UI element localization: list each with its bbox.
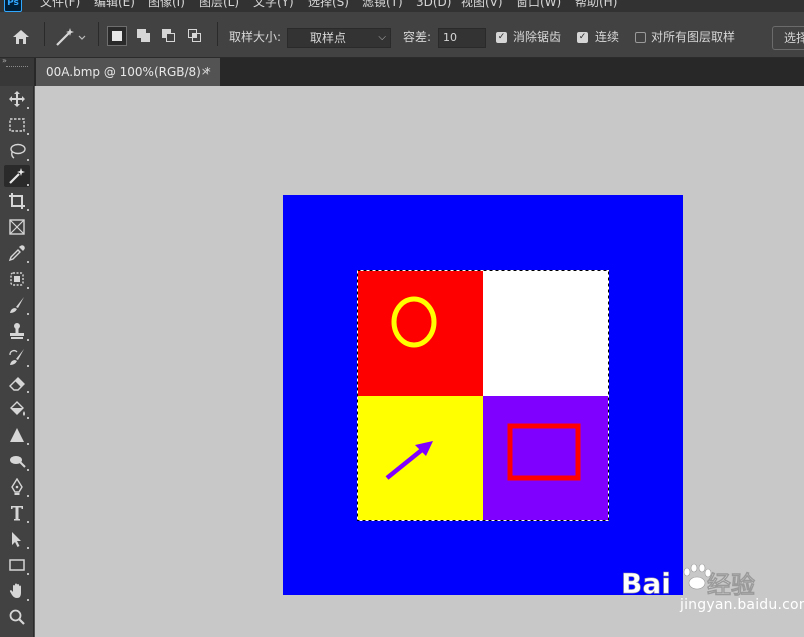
sharpen-tool[interactable]: [4, 424, 30, 446]
menu-bar: Ps 文件(F) 编辑(E) 图像(I) 图层(L) 文字(Y) 选择(S) 滤…: [0, 0, 804, 12]
menu-type[interactable]: 文字(Y): [253, 0, 294, 9]
paint-bucket-icon: [10, 401, 25, 416]
collapse-panel-icon[interactable]: »: [2, 56, 7, 65]
zoom-icon: [9, 609, 25, 625]
yellow-quadrant: [357, 396, 483, 521]
pen-tool[interactable]: [4, 476, 30, 498]
document-tab[interactable]: 00A.bmp @ 100%(RGB/8) * ×: [36, 58, 220, 86]
new-selection-button[interactable]: [107, 26, 127, 46]
healing-brush-tool[interactable]: [4, 268, 30, 290]
menu-image[interactable]: 图像(I): [148, 0, 185, 9]
chevron-down-icon: ⌵: [378, 32, 386, 43]
magic-wand-icon: [9, 168, 25, 184]
move-tool[interactable]: [4, 88, 30, 110]
home-icon[interactable]: [10, 27, 32, 47]
menu-filter[interactable]: 滤镜(T): [362, 0, 403, 9]
document-tab-title: 00A.bmp @ 100%(RGB/8) *: [46, 65, 211, 79]
eraser-icon: [9, 377, 25, 391]
zoom-tool[interactable]: [4, 606, 30, 628]
sample-all-layers-checkbox[interactable]: [635, 32, 646, 43]
eraser-tool[interactable]: [4, 372, 30, 394]
intersect-selection-icon: [188, 29, 201, 42]
dodge-icon: [10, 456, 26, 468]
hand-icon: [9, 583, 21, 598]
watermark-jingyan-text: 经验: [707, 571, 755, 599]
watermark-brand-text: Bai: [621, 567, 671, 600]
marquee-tool[interactable]: [4, 114, 30, 136]
tolerance-input[interactable]: 10: [438, 28, 486, 48]
watermark-url: jingyan.baidu.com: [680, 597, 804, 613]
rectangle-tool[interactable]: [4, 554, 30, 576]
options-bar: 取样大小: 取样点 ⌵ 容差: 10 ✓ 消除锯齿 ✓ 连续 对所有图层取样 选…: [0, 12, 804, 58]
tools-panel: [0, 86, 34, 637]
history-brush-icon: [9, 349, 24, 365]
contiguous-label: 连续: [595, 30, 620, 44]
menu-window[interactable]: 窗口(W): [516, 0, 561, 9]
lasso-tool[interactable]: [4, 140, 30, 162]
move-icon: [9, 91, 25, 107]
sharpen-icon: [10, 428, 24, 442]
red-quadrant: [357, 270, 483, 396]
menu-3d[interactable]: 3D(D): [416, 0, 451, 9]
menu-file[interactable]: 文件(F): [40, 0, 80, 9]
brush-icon: [10, 297, 24, 313]
sample-size-dropdown[interactable]: 取样点 ⌵: [287, 28, 391, 48]
eyedropper-icon: [8, 245, 25, 262]
tool-preset-picker[interactable]: [54, 26, 90, 48]
magic-wand-tool[interactable]: [4, 165, 30, 187]
sample-size-value: 取样点: [310, 31, 347, 45]
menu-select[interactable]: 选择(S): [308, 0, 349, 9]
purple-quadrant: [483, 396, 609, 521]
document-canvas[interactable]: [283, 195, 683, 595]
subtract-selection-icon: [162, 29, 175, 42]
dodge-tool[interactable]: [4, 450, 30, 472]
contiguous-checkbox[interactable]: ✓: [577, 32, 588, 43]
type-tool[interactable]: [4, 502, 30, 524]
crop-tool[interactable]: [4, 190, 30, 212]
path-selection-icon: [12, 532, 21, 547]
menu-view[interactable]: 视图(V): [461, 0, 503, 9]
hand-tool[interactable]: [4, 580, 30, 602]
frame-icon: [9, 219, 25, 235]
sample-size-label: 取样大小:: [229, 30, 282, 44]
menu-layer[interactable]: 图层(L): [199, 0, 239, 9]
brush-tool[interactable]: [4, 294, 30, 316]
tolerance-label: 容差:: [403, 30, 432, 44]
select-subject-label: 选择主体: [784, 31, 804, 45]
white-quadrant: [483, 270, 609, 396]
subtract-from-selection-button[interactable]: [159, 26, 179, 46]
pen-icon: [11, 478, 23, 495]
photoshop-logo[interactable]: Ps: [4, 0, 22, 12]
lasso-icon: [10, 143, 26, 159]
new-selection-icon: [112, 31, 122, 41]
close-tab-icon[interactable]: ×: [201, 58, 210, 86]
menu-help[interactable]: 帮助(H): [575, 0, 617, 9]
anti-alias-checkbox[interactable]: ✓: [496, 32, 507, 43]
intersect-selection-button[interactable]: [185, 26, 205, 46]
type-icon: [11, 506, 23, 521]
eyedropper-tool[interactable]: [4, 242, 30, 264]
select-subject-button[interactable]: 选择主体: [772, 26, 804, 50]
clone-stamp-icon: [10, 323, 24, 339]
add-selection-icon: [137, 29, 150, 42]
tools-panel-header[interactable]: »: [0, 56, 34, 86]
crop-icon: [9, 193, 25, 209]
frame-tool[interactable]: [4, 216, 30, 238]
history-brush-tool[interactable]: [4, 346, 30, 368]
add-to-selection-button[interactable]: [134, 26, 154, 46]
path-selection-tool[interactable]: [4, 528, 30, 550]
anti-alias-label: 消除锯齿: [513, 30, 562, 44]
magic-wand-icon: [56, 28, 86, 46]
healing-brush-icon: [10, 272, 24, 286]
clone-stamp-tool[interactable]: [4, 320, 30, 342]
chevron-down-icon: [78, 35, 86, 40]
menu-edit[interactable]: 编辑(E): [94, 0, 135, 9]
sample-all-layers-label: 对所有图层取样: [651, 30, 736, 44]
marquee-icon: [9, 118, 25, 132]
panel-grip[interactable]: [6, 66, 28, 69]
rectangle-icon: [9, 559, 25, 571]
paint-bucket-tool[interactable]: [4, 398, 30, 420]
